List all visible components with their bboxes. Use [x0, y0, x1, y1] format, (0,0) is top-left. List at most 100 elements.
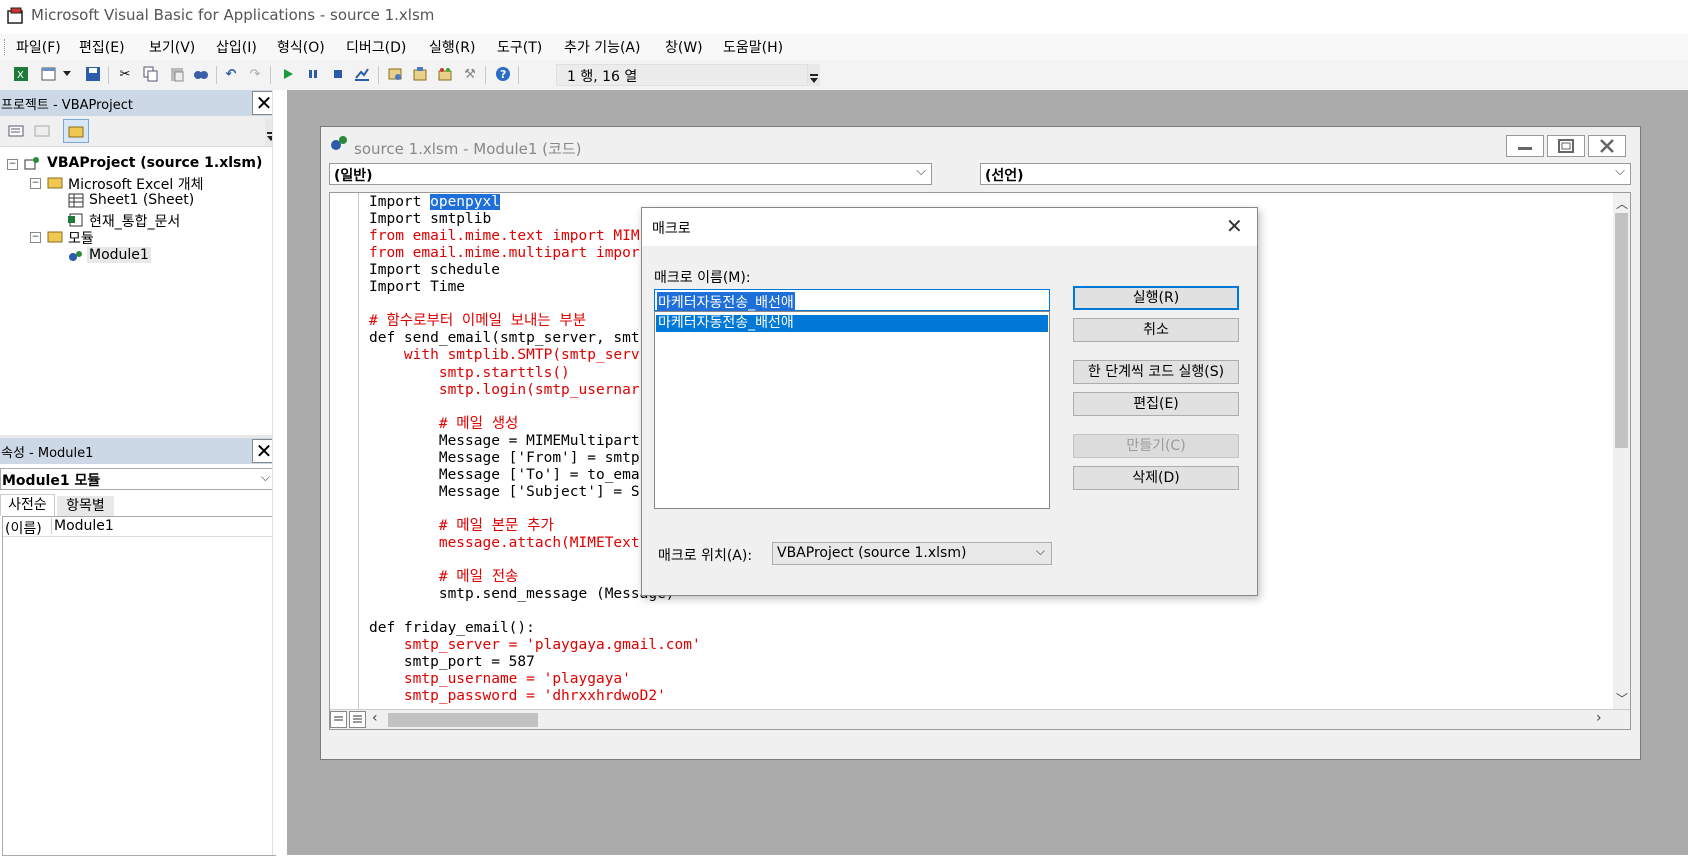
code-line[interactable]: with smtplib.SMTP(smtp_serv — [369, 347, 640, 364]
project-explorer-header: 프로젝트 - VBAProject — [0, 90, 280, 116]
toolbox-icon[interactable]: ⚒ — [461, 65, 479, 83]
help-icon[interactable]: ? — [494, 65, 512, 83]
close-button[interactable] — [1588, 135, 1626, 157]
delete-button[interactable]: 삭제(D) — [1073, 466, 1239, 490]
break-icon[interactable] — [304, 65, 322, 83]
macro-list-item[interactable]: 마케터자동전송_배선애 — [656, 315, 1048, 332]
menu-view[interactable]: 보기(V) — [149, 37, 195, 57]
insert-module-icon[interactable] — [40, 65, 58, 83]
code-line[interactable]: Import openpyxl — [369, 194, 500, 211]
redo-icon[interactable]: ↷ — [246, 65, 264, 83]
design-mode-icon[interactable] — [353, 65, 371, 83]
vertical-scrollbar[interactable]: ︿ ﹀ — [1613, 193, 1630, 709]
code-line[interactable]: message.attach(MIMEText — [369, 535, 640, 552]
paste-icon[interactable] — [168, 65, 186, 83]
tree-item-vbaproject[interactable]: VBAProject (source 1.xlsm) — [47, 155, 262, 171]
code-line[interactable]: from email.mime.multipart impor — [369, 245, 640, 262]
menu-addins[interactable]: 추가 기능(A) — [564, 37, 640, 57]
view-object-icon[interactable] — [34, 123, 50, 139]
collapse-toggle[interactable]: − — [7, 159, 18, 170]
menu-insert[interactable]: 삽입(I) — [216, 37, 257, 57]
collapse-toggle[interactable]: − — [30, 232, 41, 243]
menu-help[interactable]: 도움말(H) — [723, 37, 783, 57]
code-line[interactable]: # 메일 전송 — [369, 569, 519, 586]
code-line[interactable]: smtp.starttls() — [369, 365, 570, 382]
excel-icon[interactable]: X — [12, 65, 30, 83]
code-line[interactable]: Import Time — [369, 279, 465, 296]
chevron-up-icon[interactable]: ︿ — [1616, 195, 1628, 212]
tree-item-workbook[interactable]: 현재_통합_문서 — [89, 211, 180, 231]
code-line[interactable]: Message ['To'] = to_ema — [369, 467, 640, 484]
code-line[interactable]: smtp_password = 'dhrxxhrdwoD2' — [369, 688, 666, 705]
margin-indicator-bar[interactable] — [330, 193, 359, 729]
tree-item-module1[interactable]: Module1 — [87, 247, 151, 263]
code-line[interactable]: from email.mime.text import MIM — [369, 228, 640, 245]
restore-button[interactable] — [1547, 135, 1585, 157]
code-line[interactable]: Import schedule — [369, 262, 500, 279]
macro-name-input[interactable]: 마케터자동전송_배선애 — [654, 289, 1050, 312]
menu-tools[interactable]: 도구(T) — [497, 37, 542, 57]
run-button[interactable]: 실행(R) — [1073, 286, 1239, 310]
code-line[interactable]: def send_email(smtp_server, smt — [369, 330, 640, 347]
tree-item-modules[interactable]: 모듈 — [68, 228, 94, 248]
tree-item-excel-objects[interactable]: Microsoft Excel 개체 — [68, 174, 203, 194]
tree-item-sheet1[interactable]: Sheet1 (Sheet) — [89, 192, 194, 208]
properties-icon[interactable] — [411, 65, 429, 83]
find-icon[interactable] — [192, 65, 210, 83]
menu-window[interactable]: 창(W) — [665, 37, 703, 57]
close-icon[interactable]: ✕ — [1226, 214, 1243, 238]
macro-list[interactable]: 마케터자동전송_배선애 — [654, 311, 1050, 509]
reset-icon[interactable] — [329, 65, 347, 83]
code-line[interactable]: Message = MIMEMultipart — [369, 433, 640, 450]
tab-alphabetic[interactable]: 사전순 — [0, 494, 55, 516]
view-code-icon[interactable] — [8, 123, 24, 139]
copy-icon[interactable] — [142, 65, 160, 83]
code-line[interactable]: Message ['From'] = smtp — [369, 450, 640, 467]
code-line[interactable]: Import smtplib — [369, 211, 491, 228]
code-line[interactable]: smtp_username = 'playgaya' — [369, 671, 631, 688]
tab-categorized[interactable]: 항목별 — [57, 496, 114, 516]
menu-debug[interactable]: 디버그(D) — [346, 37, 406, 57]
menu-file[interactable]: 파일(F) — [16, 37, 61, 57]
object-combo[interactable]: (일반) ⌵ — [329, 163, 932, 185]
object-selector[interactable]: Module1 모듈 ⌵ — [0, 468, 277, 490]
vertical-scroll-thumb[interactable] — [1615, 213, 1628, 448]
procedure-combo[interactable]: (선언) ⌵ — [980, 163, 1631, 185]
step-into-button[interactable]: 한 단계씩 코드 실행(S) — [1073, 360, 1239, 384]
toolbar-overflow-icon[interactable] — [808, 64, 820, 86]
dropdown-arrow-icon[interactable] — [62, 65, 72, 83]
code-line[interactable]: smtp_port = 587 — [369, 654, 535, 671]
code-line[interactable]: def friday_email(): — [369, 620, 535, 637]
menu-run[interactable]: 실행(R) — [429, 37, 475, 57]
chevron-left-icon[interactable]: ‹ — [372, 710, 378, 726]
undo-icon[interactable]: ↶ — [222, 65, 240, 83]
project-explorer-icon[interactable] — [386, 65, 404, 83]
code-line[interactable]: # 함수로부터 이메일 보내는 부분 — [369, 313, 586, 330]
menu-format[interactable]: 형식(O) — [277, 37, 325, 57]
save-icon[interactable] — [84, 65, 102, 83]
object-browser-icon[interactable] — [436, 65, 454, 83]
full-module-view-icon[interactable] — [349, 711, 366, 728]
code-line[interactable]: smtp.send_message (Message) — [369, 586, 675, 603]
code-line[interactable]: smtp.login(smtp_usernar — [369, 382, 640, 399]
toggle-folders-icon[interactable] — [63, 119, 89, 143]
procedure-view-icon[interactable] — [330, 711, 347, 728]
edit-button[interactable]: 편집(E) — [1073, 392, 1239, 416]
menu-edit[interactable]: 편집(E) — [79, 37, 125, 57]
chevron-down-icon[interactable]: ﹀ — [1616, 690, 1628, 707]
property-value[interactable]: Module1 — [51, 518, 114, 534]
macro-location-select[interactable]: VBAProject (source 1.xlsm) ⌵ — [772, 542, 1052, 565]
collapse-toggle[interactable]: − — [30, 178, 41, 189]
minimize-button[interactable] — [1506, 135, 1544, 157]
cancel-button[interactable]: 취소 — [1073, 318, 1239, 342]
cut-icon[interactable]: ✂ — [116, 65, 134, 83]
code-line[interactable]: # 메일 생성 — [369, 416, 519, 433]
code-line[interactable]: smtp_server = 'playgaya.gmail.com' — [369, 637, 701, 654]
run-icon[interactable] — [279, 65, 297, 83]
chevron-right-icon[interactable]: › — [1596, 710, 1602, 726]
code-line[interactable]: # 메일 본문 추가 — [369, 518, 554, 535]
horizontal-scroll-thumb[interactable] — [388, 713, 538, 727]
code-line[interactable]: Message ['Subject'] = S — [369, 484, 640, 501]
panel-splitter[interactable] — [272, 90, 288, 855]
property-row[interactable]: (이름) Module1 — [3, 517, 275, 537]
